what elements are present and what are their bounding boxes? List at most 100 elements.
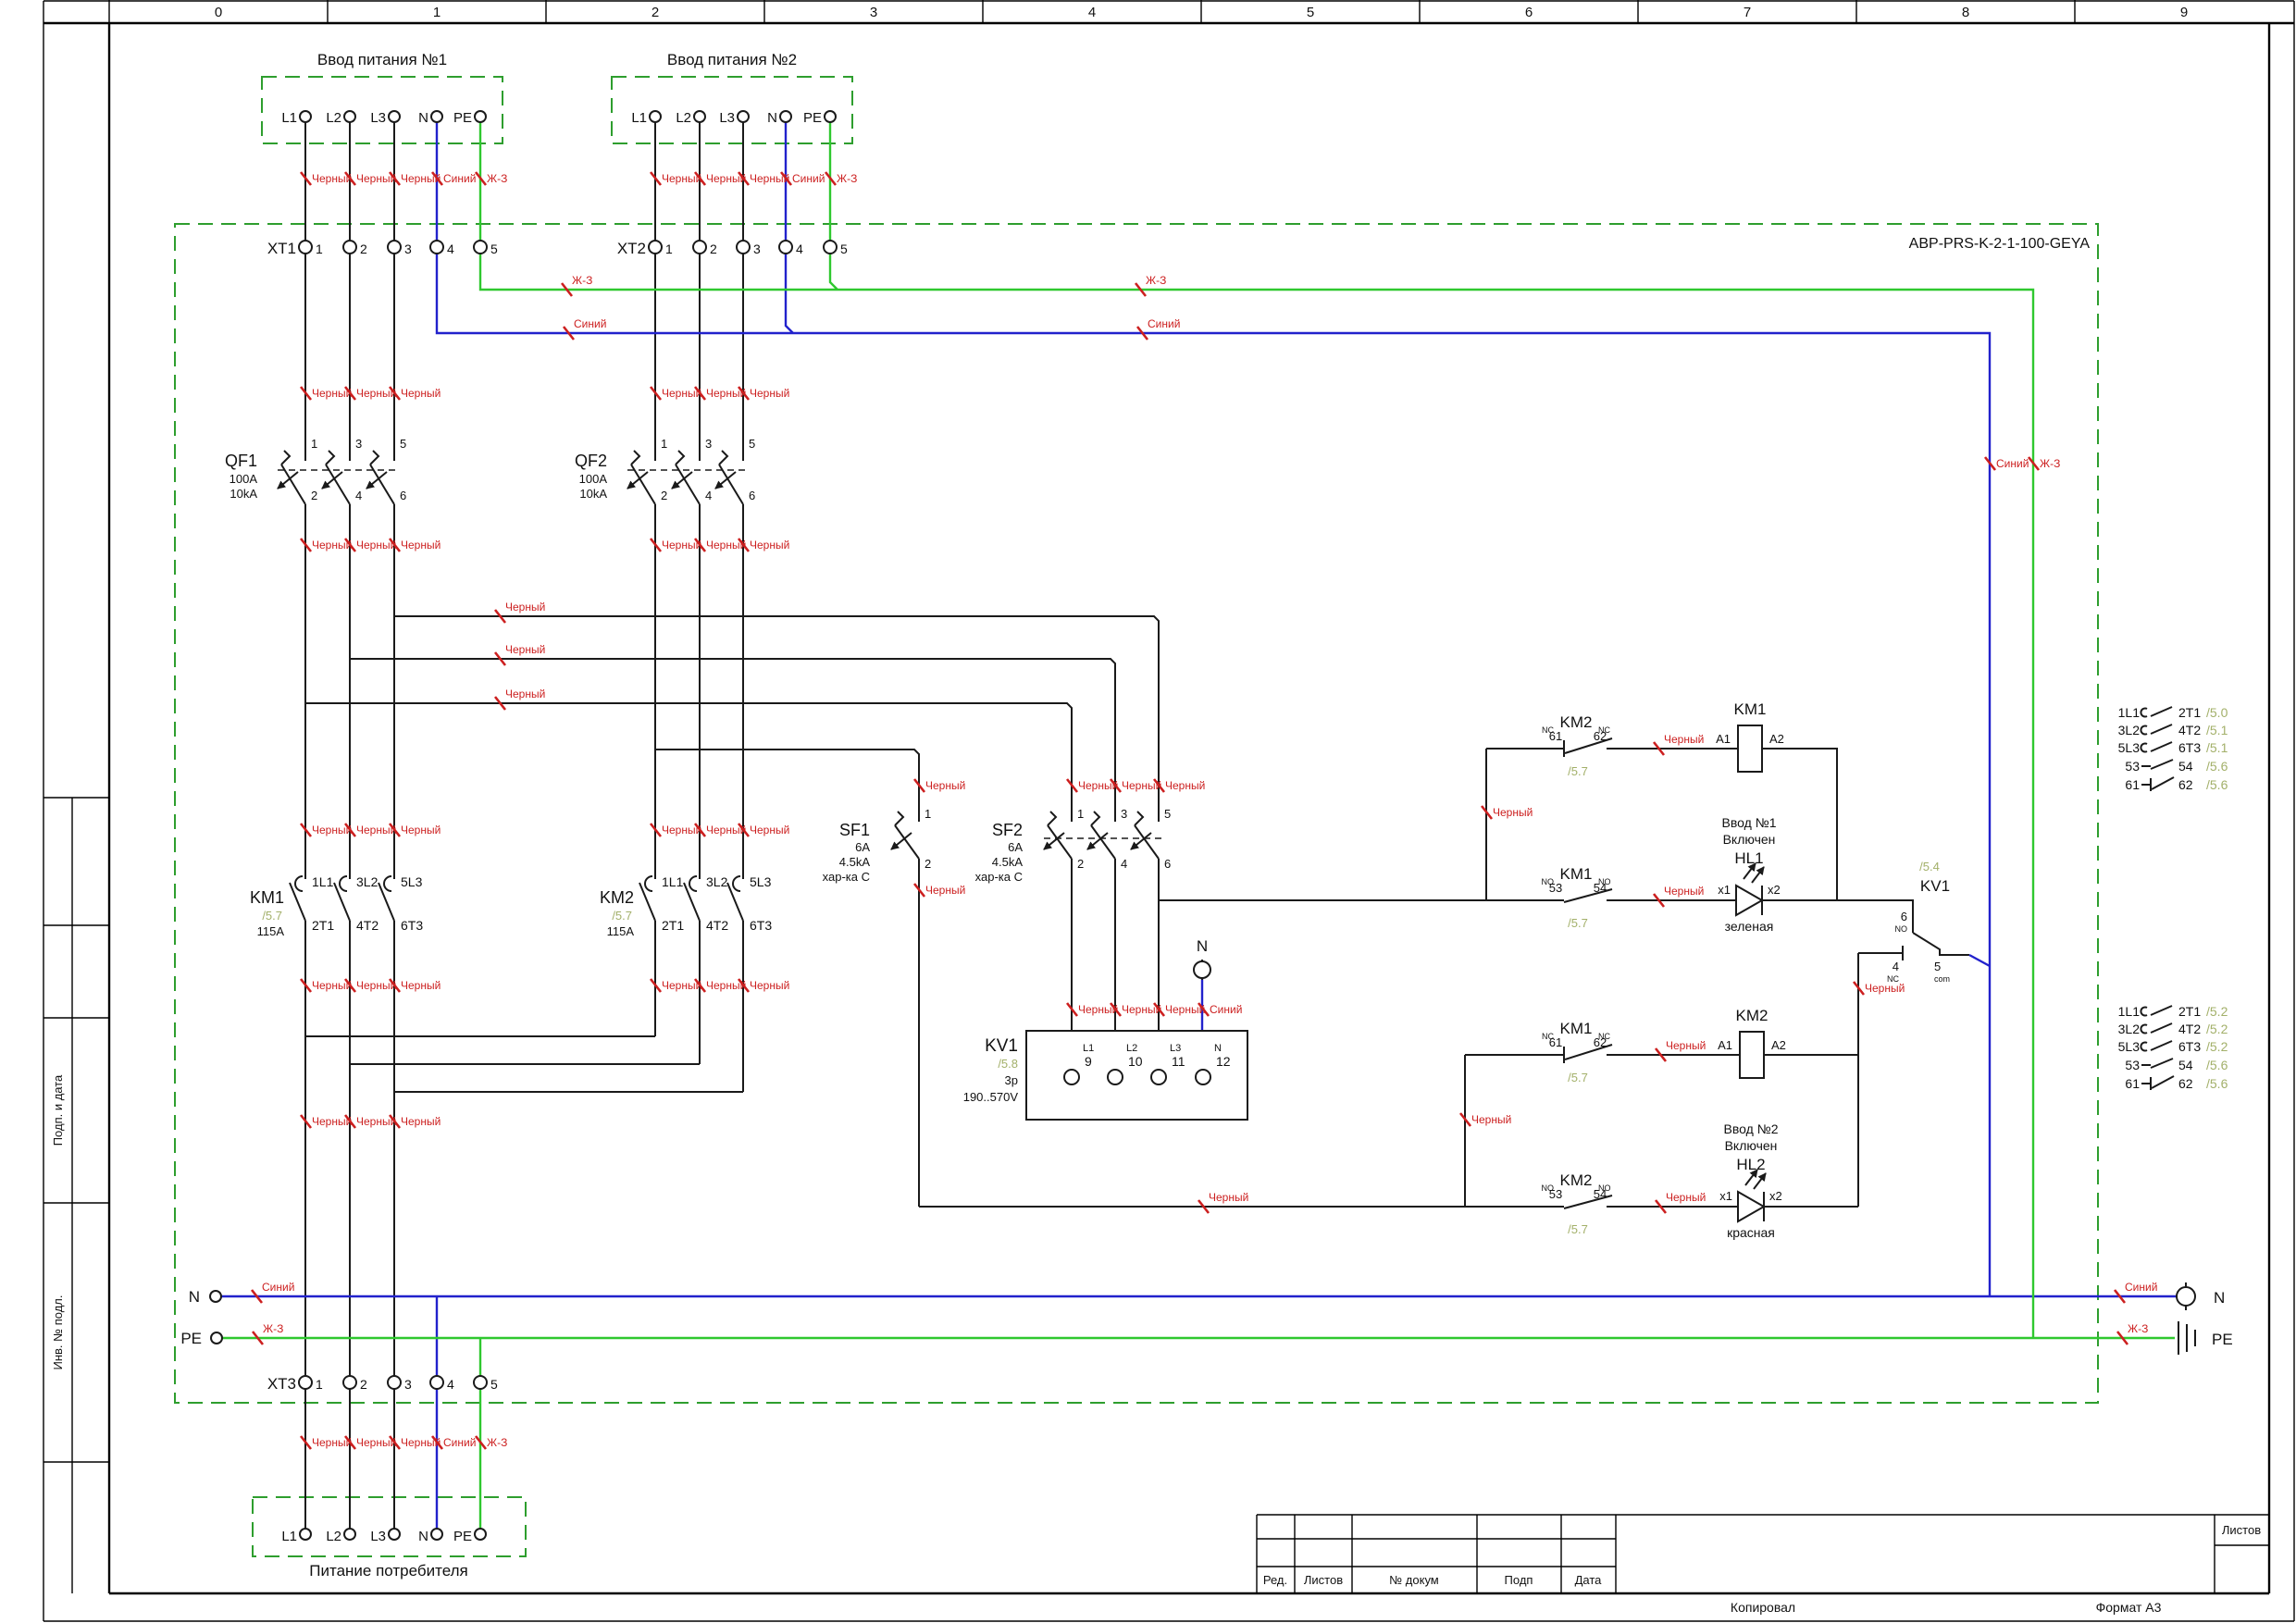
- label-blocks-numbers-4: 5: [490, 1377, 498, 1392]
- label-kv1-terms-3-line: N: [1214, 1043, 1222, 1054]
- label-control-c2-int_ref: /5.7: [1568, 1071, 1588, 1084]
- hl1-led-arrow: [1751, 866, 1765, 884]
- label-qf2-current: 100A: [579, 472, 608, 486]
- label-km1-ref: /5.7: [262, 909, 282, 923]
- label-control-c1-a2: A2: [1769, 732, 1784, 746]
- symbol-stroke: [2140, 707, 2148, 718]
- terminal-circle: [342, 240, 357, 254]
- label-crossref-km1_rows-0-l: 1L1: [2118, 705, 2141, 720]
- label-wire-black: Черный: [925, 884, 965, 897]
- label-ruler-zones-9: 9: [2180, 5, 2188, 20]
- terminal-circle: [298, 1375, 313, 1390]
- label-control-c1-aux_b: 54: [1594, 881, 1607, 895]
- label-control-kv-nc_num: 4: [1893, 960, 1899, 973]
- label-control-kv-no_num: 6: [1901, 910, 1907, 923]
- label-crossref-km2_rows-0-l: 1L1: [2118, 1004, 2141, 1019]
- terminal-circle: [778, 240, 793, 254]
- label-ruler-zones-6: 6: [1525, 5, 1533, 20]
- label-ruler-zones-0: 0: [215, 5, 222, 20]
- symbol-stroke: [1134, 811, 1145, 826]
- label-km1-name: KM1: [250, 888, 284, 907]
- terminal-circle: [1193, 960, 1211, 979]
- label-blocks-numbers-4: 5: [490, 242, 498, 256]
- label-blocks-numbers-2: 3: [404, 242, 412, 256]
- label-poles-top-0: 1: [1077, 807, 1084, 821]
- terminal-circle: [388, 110, 401, 123]
- label-control-c1-x2: x2: [1768, 883, 1781, 897]
- label-control-c1-int_b: 62: [1594, 729, 1607, 743]
- terminal-circle: [824, 110, 837, 123]
- label-kv1-range: 190..570V: [963, 1090, 1019, 1104]
- label-inputs-terminals-3: N: [418, 1529, 428, 1544]
- label-qf1-current: 100A: [230, 472, 258, 486]
- label-kv1-terms-1-line: L2: [1126, 1043, 1137, 1054]
- symbol-stroke: [1090, 824, 1116, 860]
- terminal-circle: [1063, 1069, 1080, 1085]
- label-kv1-poles: 3p: [1005, 1073, 1018, 1087]
- symbol-stroke: [2150, 724, 2173, 735]
- neutral-wires: [221, 122, 2177, 1529]
- label-kv1-terms-3-num: 12: [1216, 1054, 1231, 1069]
- symbol-stroke: [732, 875, 741, 892]
- label-control-c2-int_a: 61: [1549, 1035, 1562, 1049]
- label-control-kv-name: KV1: [1920, 877, 1950, 895]
- symbol-stroke: [2140, 1006, 2148, 1017]
- label-wire-yg: Ж-З: [1146, 274, 1166, 287]
- symbol-stroke: [718, 450, 729, 465]
- label-control-c2-aux_a: 53: [1549, 1187, 1562, 1201]
- label-inputs-terminals-1: L2: [326, 1529, 341, 1544]
- label-crossref-km2_rows-2-r: 6T3: [2178, 1039, 2201, 1054]
- label-poles-bottom-0: 2: [661, 489, 667, 502]
- label-km_main-bottom-2: 6T3: [750, 918, 772, 933]
- label-titleblock-listy: Листов: [1304, 1573, 1343, 1587]
- label-blocks-numbers-0: 1: [665, 242, 673, 256]
- label-blocks-numbers-3: 4: [796, 242, 803, 256]
- label-poles-bottom-1: 4: [1121, 857, 1127, 871]
- label-km_main-bottom-0: 2T1: [662, 918, 684, 933]
- symbol-stroke: [2140, 1023, 2148, 1035]
- label-wire-blue: Синий: [443, 172, 476, 185]
- label-wire-black: Черный: [750, 387, 789, 400]
- label-crossref-km1_rows-0-ref: /5.0: [2206, 705, 2228, 720]
- label-wire-black: Черный: [1666, 1039, 1706, 1052]
- symbol-stroke: [689, 875, 698, 892]
- symbol-stroke: [894, 824, 920, 860]
- label-wire-black: Черный: [401, 539, 441, 551]
- symbol-stroke: [294, 875, 304, 892]
- label-control-c1-int_a: 61: [1549, 729, 1562, 743]
- label-blocks-numbers-2: 3: [404, 1377, 412, 1392]
- label-inputs-terminals-1: L2: [326, 110, 341, 126]
- label-control-c2-aux_b: 54: [1594, 1187, 1607, 1201]
- label-control-c2-a2: A2: [1771, 1038, 1786, 1052]
- label-crossref-km2_rows-3-l: 53: [2125, 1058, 2140, 1072]
- label-poles-bottom-1: 4: [355, 489, 362, 502]
- label-wire-black: Черный: [1493, 806, 1533, 819]
- label-crossref-km1_rows-2-l: 5L3: [2118, 740, 2141, 755]
- label-control-c2-lamp_l2: Включен: [1725, 1138, 1778, 1153]
- label-wire-black: Черный: [925, 779, 965, 792]
- terminal-circle: [473, 240, 488, 254]
- label-ruler-zones-2: 2: [652, 5, 659, 20]
- label-wire-black: Черный: [1165, 779, 1205, 792]
- terminal-circle: [299, 110, 312, 123]
- label-wire-black: Черный: [401, 979, 441, 992]
- label-qf2-icu: 10kA: [579, 487, 607, 501]
- breaker-trip-links: [278, 469, 1162, 839]
- label-blocks-numbers-1: 2: [360, 242, 367, 256]
- label-km_main-top-1: 3L2: [356, 874, 379, 889]
- label-bus-pe: PE: [2212, 1331, 2233, 1348]
- terminal-circle: [209, 1290, 222, 1303]
- label-wire-black: Черный: [401, 824, 441, 836]
- label-control-c1-lamp_l1: Ввод №1: [1722, 815, 1777, 830]
- label-wire-blue: Синий: [574, 317, 606, 330]
- label-bus-n: N: [189, 1288, 200, 1306]
- label-wire-black: Черный: [1209, 1191, 1248, 1204]
- symbol-stroke: [2140, 1041, 2148, 1052]
- label-control-c1-aux_name: KM1: [1560, 865, 1593, 883]
- label-blocks-numbers-1: 2: [710, 242, 717, 256]
- hl2-led-triangle: [1737, 1190, 1767, 1223]
- label-control-c1-int_ref: /5.7: [1568, 764, 1588, 778]
- symbol-stroke: [2151, 776, 2175, 790]
- label-control-c2-a1: A1: [1718, 1038, 1732, 1052]
- label-crossref-km2_rows-0-ref: /5.2: [2206, 1004, 2228, 1019]
